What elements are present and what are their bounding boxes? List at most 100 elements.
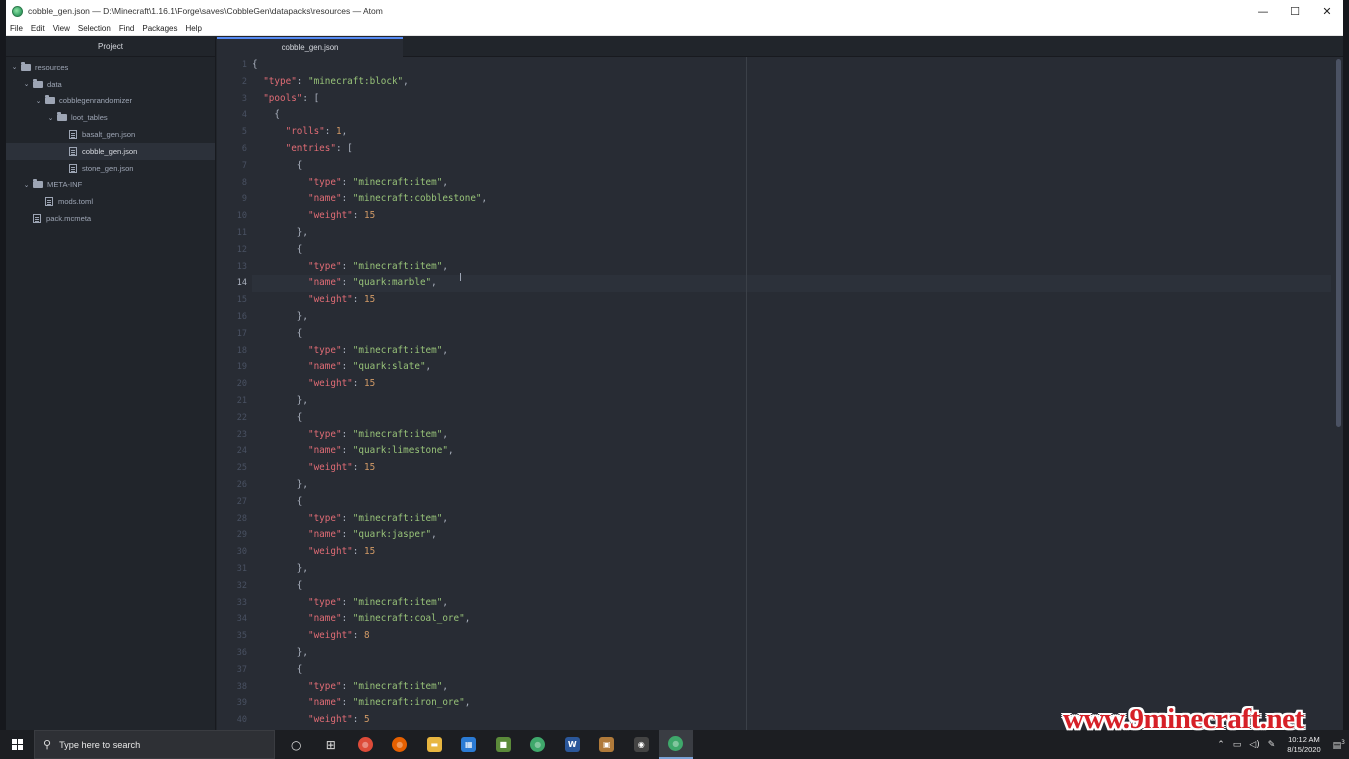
taskbar-search-box[interactable]: ⚲ Type here to search <box>34 730 275 759</box>
menu-edit[interactable]: Edit <box>27 24 49 33</box>
code-line[interactable]: "name": "quark:jasper", <box>252 527 1331 544</box>
editor-scrollbar[interactable] <box>1336 59 1341 427</box>
line-number[interactable]: 11 <box>217 225 247 242</box>
line-number[interactable]: 6 <box>217 141 247 158</box>
code-editor[interactable]: 1 2 3 4 5 6 7 8 9 10 11 12 13 14 15 16 17 18 19 20 21 22 23 24 2… <box>217 57 1343 730</box>
tree-item-resources[interactable]: ⌄ resources <box>6 59 215 76</box>
code-line[interactable]: "rolls": 1, <box>252 124 1331 141</box>
code-line[interactable]: "name": "minecraft:cobblestone", <box>252 191 1331 208</box>
code-line[interactable]: "type": "minecraft:block", <box>252 74 1331 91</box>
line-number[interactable]: 40 <box>217 712 247 729</box>
taskbar-app-crate[interactable]: ▣ <box>590 730 625 759</box>
line-number[interactable]: 12 <box>217 242 247 259</box>
tree-item-loot-tables[interactable]: ⌄ loot_tables <box>6 109 215 126</box>
menu-view[interactable]: View <box>49 24 74 33</box>
code-line[interactable]: "weight": 15 <box>252 376 1331 393</box>
line-number[interactable]: 27 <box>217 494 247 511</box>
menu-packages[interactable]: Packages <box>138 24 181 33</box>
line-number[interactable]: 23 <box>217 427 247 444</box>
line-number[interactable]: 10 <box>217 208 247 225</box>
code-line[interactable]: "weight": 8 <box>252 628 1331 645</box>
code-line[interactable]: { <box>252 107 1331 124</box>
code-area[interactable]: { "type": "minecraft:block", "pools": [ … <box>252 57 1331 730</box>
code-line[interactable]: "type": "minecraft:item", <box>252 343 1331 360</box>
line-number[interactable]: 37 <box>217 662 247 679</box>
tree-item-basalt-gen-json[interactable]: basalt_gen.json <box>6 126 215 143</box>
line-number[interactable]: 26 <box>217 477 247 494</box>
line-number[interactable]: 38 <box>217 679 247 696</box>
line-number[interactable]: 36 <box>217 645 247 662</box>
tree-item-cobble-gen-json[interactable]: cobble_gen.json <box>6 142 215 160</box>
line-number[interactable]: 13 <box>217 259 247 276</box>
code-line[interactable]: "entries": [ <box>252 141 1331 158</box>
line-number[interactable]: 21 <box>217 393 247 410</box>
taskbar-app-word[interactable]: W <box>555 730 590 759</box>
line-number[interactable]: 3 <box>217 91 247 108</box>
code-line[interactable]: { <box>252 410 1331 427</box>
tray-chevron-up-icon[interactable]: ⌃ <box>1217 740 1225 750</box>
taskbar-app-file-explorer[interactable]: ▬ <box>417 730 452 759</box>
line-number[interactable]: 28 <box>217 511 247 528</box>
code-line[interactable]: }, <box>252 225 1331 242</box>
line-number[interactable]: 1 <box>217 57 247 74</box>
code-line[interactable]: "pools": [ <box>252 91 1331 108</box>
line-number[interactable]: 9 <box>217 191 247 208</box>
line-number[interactable]: 25 <box>217 460 247 477</box>
code-line[interactable]: "type": "minecraft:item", <box>252 679 1331 696</box>
tree-item-stone-gen-json[interactable]: stone_gen.json <box>6 160 215 177</box>
code-line[interactable]: { <box>252 578 1331 595</box>
line-number[interactable]: 20 <box>217 376 247 393</box>
code-line[interactable]: }, <box>252 561 1331 578</box>
line-number[interactable]: 39 <box>217 695 247 712</box>
code-line[interactable]: { <box>252 158 1331 175</box>
start-button[interactable] <box>0 730 34 759</box>
code-line[interactable]: { <box>252 242 1331 259</box>
network-icon[interactable]: ▭ <box>1233 740 1242 750</box>
taskbar-app-store[interactable]: ▦ <box>452 730 487 759</box>
code-line[interactable]: { <box>252 494 1331 511</box>
taskbar-app-task-view[interactable]: ○ <box>279 730 314 759</box>
minimize-button[interactable]: — <box>1247 0 1279 22</box>
taskbar-app-minecraft[interactable]: ■ <box>486 730 521 759</box>
tree-item-data[interactable]: ⌄ data <box>6 76 215 93</box>
volume-icon[interactable]: ◁) <box>1249 740 1259 750</box>
code-line[interactable]: "weight": 15 <box>252 292 1331 309</box>
line-number[interactable]: 22 <box>217 410 247 427</box>
line-number[interactable]: 15 <box>217 292 247 309</box>
line-number-gutter[interactable]: 1 2 3 4 5 6 7 8 9 10 11 12 13 14 15 16 17 18 19 20 21 22 23 24 2… <box>217 57 251 730</box>
line-number[interactable]: 7 <box>217 158 247 175</box>
line-number[interactable]: 17 <box>217 326 247 343</box>
line-number[interactable]: 2 <box>217 74 247 91</box>
line-number[interactable]: 5 <box>217 124 247 141</box>
code-line[interactable]: { <box>252 326 1331 343</box>
line-number[interactable]: 4 <box>217 107 247 124</box>
code-line[interactable]: { <box>252 662 1331 679</box>
code-line[interactable]: "weight": 15 <box>252 208 1331 225</box>
line-number[interactable]: 33 <box>217 595 247 612</box>
pen-icon[interactable]: ✎ <box>1268 740 1276 750</box>
project-tree-header[interactable]: Project <box>6 37 215 57</box>
code-line[interactable]: "type": "minecraft:item", <box>252 511 1331 528</box>
line-number[interactable]: 14 <box>217 275 247 292</box>
taskbar-app-obs[interactable]: ◉ <box>624 730 659 759</box>
tree-item-mods-toml[interactable]: mods.toml <box>6 193 215 210</box>
line-number[interactable]: 34 <box>217 611 247 628</box>
tree-item-cobblegenrandomizer[interactable]: ⌄ cobblegenrandomizer <box>6 93 215 110</box>
line-number[interactable]: 8 <box>217 175 247 192</box>
code-line[interactable]: }, <box>252 477 1331 494</box>
code-line[interactable]: "type": "minecraft:item", <box>252 595 1331 612</box>
code-line[interactable]: "name": "minecraft:coal_ore", <box>252 611 1331 628</box>
line-number[interactable]: 19 <box>217 359 247 376</box>
taskbar-app-atom-green[interactable]: ● <box>521 730 556 759</box>
line-number[interactable]: 31 <box>217 561 247 578</box>
line-number[interactable]: 18 <box>217 343 247 360</box>
taskbar-clock[interactable]: 10:12 AM 8/15/2020 <box>1287 735 1320 755</box>
code-line[interactable]: }, <box>252 309 1331 326</box>
menu-help[interactable]: Help <box>182 24 206 33</box>
code-line[interactable]: "type": "minecraft:item", <box>252 175 1331 192</box>
code-line[interactable]: "type": "minecraft:item", <box>252 259 1331 276</box>
maximize-button[interactable]: ☐ <box>1279 0 1311 22</box>
code-line[interactable]: }, <box>252 645 1331 662</box>
menu-find[interactable]: Find <box>115 24 139 33</box>
line-number[interactable]: 32 <box>217 578 247 595</box>
